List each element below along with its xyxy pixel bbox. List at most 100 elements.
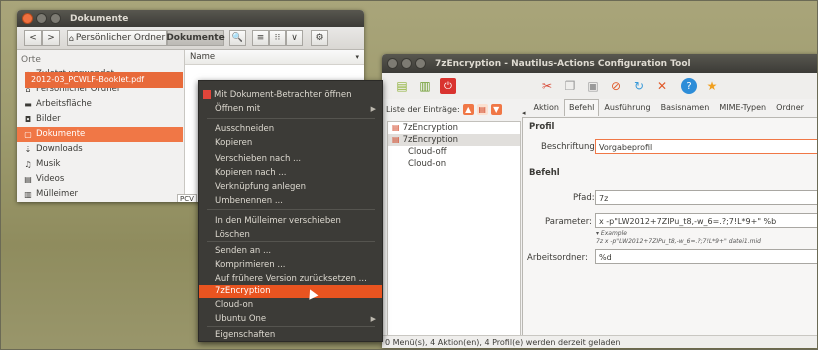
sidebar-item-bilder[interactable]: ◘ Bilder <box>17 112 183 127</box>
menu-item-7zencryption[interactable]: 7zEncryption <box>199 285 382 298</box>
menu-item-ausschneiden[interactable]: Ausschneiden <box>199 123 382 136</box>
home-icon: ⌂ <box>68 33 74 43</box>
pcv-label: PCV <box>177 194 197 202</box>
menu-item-mit-dokument-betrachter-öffnen[interactable]: Mit Dokument-Betrachter öffnen <box>199 89 382 102</box>
tab-befehl[interactable]: Befehl <box>563 99 600 116</box>
example-text: 7z x -p"LW2012+7ZIPu_t8,-w_6=.?;7!L*9+" … <box>596 238 761 245</box>
place-icon: ◘ <box>24 115 32 124</box>
back-button[interactable]: < <box>24 30 42 46</box>
properties-pane: ◂ Aktion Befehl Ausführung Basisnamen MIME-T… <box>520 99 818 337</box>
maximize-icon[interactable] <box>415 58 426 69</box>
menu-item-cloud-on[interactable]: Cloud-on <box>199 299 382 312</box>
new-action-icon[interactable]: ▥ <box>417 78 433 94</box>
menu-item-in-den-mülleimer-verschieben[interactable]: In den Mülleimer verschieben <box>199 215 382 228</box>
menu-item-umbenennen[interactable]: Umbenennen ... <box>199 195 382 208</box>
parameters-field[interactable]: x -p"LW2012+7ZIPu_t8,-w_6=.?;7!L*9+" %b <box>595 213 818 228</box>
menu-item-verknüpfung-anlegen[interactable]: Verknüpfung anlegen <box>199 181 382 194</box>
place-icon: ▢ <box>24 130 32 139</box>
list-view-icon[interactable]: ≡ <box>252 30 269 46</box>
menu-item-öffnen-mit[interactable]: Öffnen mit ▶ <box>199 103 382 116</box>
submenu-arrow-icon: ▶ <box>370 105 376 113</box>
sort-manual-icon[interactable]: ▤ <box>476 104 488 115</box>
tab-ordner[interactable]: Ordner <box>771 99 809 117</box>
action-icon: ▤ <box>392 123 400 132</box>
label-field[interactable]: Vorgabeprofil <box>595 139 818 154</box>
sidebar-item-arbeitsfläche[interactable]: ▬ Arbeitsfläche <box>17 97 183 112</box>
tree-item[interactable]: ▤ 7zEncryption <box>388 122 520 134</box>
profile-section-title: Profil <box>529 122 555 132</box>
tab-mime-typen[interactable]: MIME-Typen <box>714 99 771 117</box>
tab-aktion[interactable]: Aktion <box>529 99 564 117</box>
help-icon[interactable]: ? <box>681 78 697 94</box>
copy-icon[interactable]: ❐ <box>562 78 578 94</box>
minimize-icon[interactable] <box>36 13 47 24</box>
tree-item[interactable]: Cloud-on <box>388 158 520 170</box>
menu-item-verschieben-nach[interactable]: Verschieben nach ... <box>199 153 382 166</box>
preferences-icon[interactable]: ✕ <box>654 78 670 94</box>
view-options-icon[interactable]: ∨ <box>286 30 303 46</box>
sidebar-item-musik[interactable]: ♫ Musik <box>17 157 183 172</box>
menu-item-label: Verschieben nach ... <box>215 154 302 164</box>
sidebar-item-videos[interactable]: ▤ Videos <box>17 172 183 187</box>
workdir-label: Arbeitsordner: <box>527 253 588 263</box>
nact-window: 7zEncryption - Nautilus-Actions Configur… <box>382 54 818 348</box>
workdir-field[interactable]: %d <box>595 249 818 264</box>
menu-item-ubuntu-one[interactable]: Ubuntu One ▶ <box>199 313 382 326</box>
sidebar-item-mülleimer[interactable]: ▥ Mülleimer <box>17 187 183 202</box>
tab-scroll-left-icon[interactable]: ◂ <box>522 109 526 117</box>
tab-ausführung[interactable]: Ausführung <box>599 99 655 117</box>
menu-item-kopieren[interactable]: Kopieren <box>199 137 382 150</box>
sort-up-icon[interactable]: ▲ <box>462 104 474 115</box>
selected-file-name: 2012-03_PCWLF-Booklet.pdf <box>31 75 145 84</box>
menu-item-label: Kopieren <box>215 138 253 148</box>
place-icon: ▥ <box>24 190 32 199</box>
window-title: Dokumente <box>70 13 129 24</box>
breadcrumb-current[interactable]: Dokumente <box>166 30 225 46</box>
tree-item-label: Cloud-on <box>408 159 447 169</box>
label-field-label: Beschriftung: <box>541 142 598 152</box>
search-icon[interactable]: 🔍 <box>229 30 246 46</box>
close-icon[interactable] <box>22 13 33 24</box>
paste-icon[interactable]: ▣ <box>585 78 601 94</box>
name-column-header[interactable]: Name ▾ <box>185 50 364 65</box>
tree-item[interactable]: ▤ 7zEncryption <box>388 134 520 146</box>
tab-basisnamen[interactable]: Basisnamen <box>656 99 715 117</box>
sidebar-item-downloads[interactable]: ⇣ Downloads <box>17 142 183 157</box>
menu-item-eigenschaften[interactable]: Eigenschaften <box>199 329 382 342</box>
sidebar-item-dokumente[interactable]: ▢ Dokumente <box>17 127 183 142</box>
menu-separator <box>207 326 375 327</box>
close-icon[interactable] <box>387 58 398 69</box>
menu-item-kopieren-nach[interactable]: Kopieren nach ... <box>199 167 382 180</box>
minimize-icon[interactable] <box>401 58 412 69</box>
path-field[interactable]: 7z <box>595 190 818 205</box>
reload-icon[interactable]: ↻ <box>631 78 647 94</box>
tree-item[interactable]: Cloud-off <box>388 146 520 158</box>
command-section-title: Befehl <box>529 168 560 178</box>
selected-file-row[interactable]: 2012-03_PCWLF-Booklet.pdf <box>25 72 183 88</box>
place-icon: ▬ <box>24 100 32 109</box>
star-icon[interactable]: ★ <box>704 78 720 94</box>
tree-item-label: 7zEncryption <box>402 135 459 145</box>
action-icon: ▤ <box>392 135 400 144</box>
nact-titlebar: 7zEncryption - Nautilus-Actions Configur… <box>382 54 818 73</box>
breadcrumb-home[interactable]: ⌂ Persönlicher Ordner <box>67 30 167 46</box>
delete-icon[interactable]: ⊘ <box>608 78 624 94</box>
nact-title: 7zEncryption - Nautilus-Actions Configur… <box>435 58 691 69</box>
sidebar-item-label: Musik <box>36 159 61 169</box>
menu-item-label: Mit Dokument-Betrachter öffnen <box>214 90 352 100</box>
maximize-icon[interactable] <box>50 13 61 24</box>
sort-down-icon[interactable]: ▼ <box>490 104 502 115</box>
cut-icon[interactable]: ✂ <box>539 78 555 94</box>
quit-icon[interactable]: ⏻ <box>440 78 456 94</box>
example-toggle[interactable]: ▾ Example <box>596 230 627 237</box>
new-menu-icon[interactable]: ▤ <box>394 78 410 94</box>
menu-item-label: Ausschneiden <box>215 124 275 134</box>
gear-icon[interactable]: ⚙ <box>311 30 328 46</box>
grid-view-icon[interactable]: ⁝⁝ <box>269 30 286 46</box>
path-label: Pfad: <box>573 193 595 203</box>
forward-button[interactable]: > <box>42 30 60 46</box>
file-manager-toolbar: < > ⌂ Persönlicher Ordner Dokumente 🔍 ≡ … <box>17 27 364 50</box>
menu-item-senden-an[interactable]: Senden an ... <box>199 245 382 258</box>
menu-item-komprimieren[interactable]: Komprimieren ... <box>199 259 382 272</box>
menu-item-löschen[interactable]: Löschen <box>199 229 382 242</box>
